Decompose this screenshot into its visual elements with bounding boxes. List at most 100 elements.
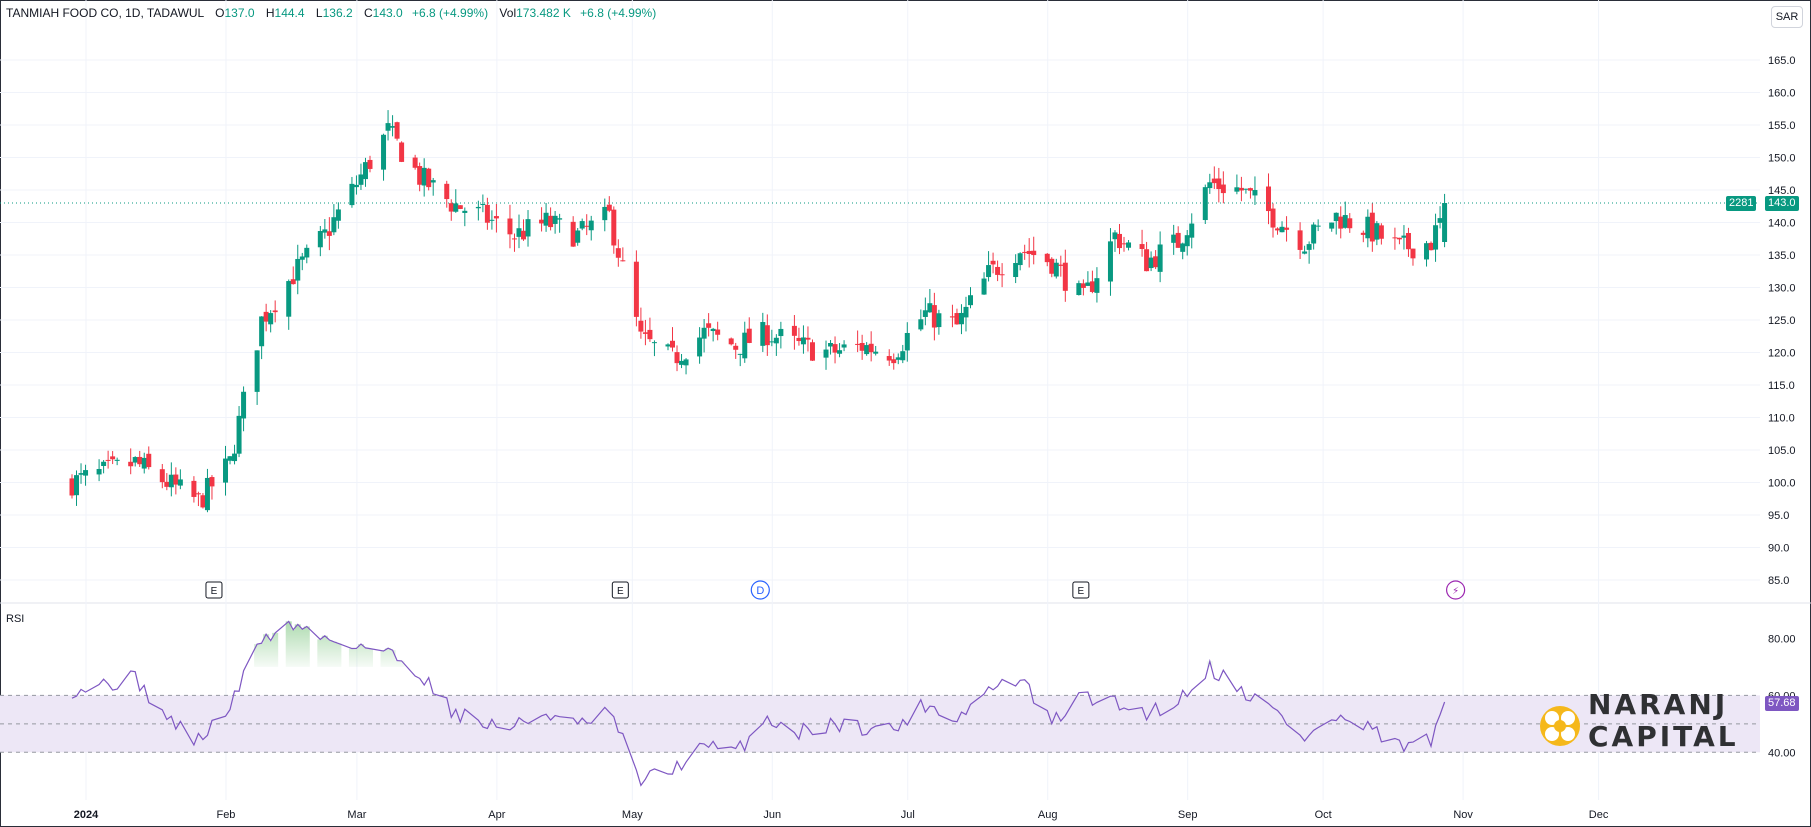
candle-body [737,353,743,355]
candle-body [710,328,716,332]
candle-body [448,203,454,212]
bar-count-tag: 2281 [1726,196,1757,211]
candle-body [773,337,779,344]
candle-body [525,219,531,237]
candle-body [1252,190,1258,196]
candle-body [168,474,174,488]
candle-body [132,457,138,463]
candle-body [399,142,405,162]
price-tick-label: 125.0 [1768,315,1796,327]
candle-body [868,343,874,353]
candle-body [575,230,581,243]
time-tick-label: 2024 [74,809,99,821]
price-tick-label: 140.0 [1768,218,1796,230]
candle-body [904,332,910,351]
candle-body [1315,225,1321,227]
price-tick-label: 135.0 [1768,250,1796,262]
candle-body [1329,222,1335,229]
candle-body [855,343,861,345]
candle-body [809,342,815,361]
candle-body [837,350,843,354]
price-tick-label: 110.0 [1768,413,1795,425]
candle-body [1202,187,1208,221]
candle-body [394,122,400,139]
time-tick-label: Jun [763,809,781,821]
candle-body [620,260,626,262]
candle-body [268,313,274,325]
candle-body [1360,232,1366,235]
candle-body [1369,212,1375,242]
currency-button[interactable]: SAR [1771,6,1803,28]
candle-body [1017,253,1023,266]
candle-body [764,325,770,346]
candle-body [1297,230,1303,250]
candle-body [223,458,229,483]
candle-body [236,415,242,454]
candle-body [69,478,75,496]
candle-body [511,238,517,240]
candle-body [1031,250,1037,256]
open-value: 137.0 [224,6,255,20]
candle-body [1157,244,1163,272]
rsi-tick-label: 80.00 [1768,633,1796,645]
volume-label: Vol [499,6,517,20]
candle-body [453,203,459,212]
candle-body [412,157,418,168]
candle-body [173,474,179,485]
candle-body [272,310,278,313]
candle-body [1076,283,1082,296]
candle-body [1342,215,1348,228]
candle-body [381,134,387,170]
price-tick-label: 120.0 [1768,348,1796,360]
chart-canvas[interactable]: 85.0 90.0 95.0 100.0 105.0 110.0 115.0 120.0 125… [0,0,1811,827]
candle-body [110,456,116,460]
candle-body [96,468,102,475]
candle-body [516,228,522,237]
candle-body [295,258,301,281]
candle-body [679,360,685,365]
price-tick-label: 90.0 [1768,543,1789,555]
candle-body [105,459,111,461]
candle-body [74,475,80,496]
candle-body [1053,262,1059,277]
time-tick-label: Apr [488,809,505,821]
candle-body [177,479,183,486]
time-tick-label: Aug [1038,809,1058,821]
candle-body [430,180,436,183]
candle-body [191,480,197,497]
candle-body [954,313,960,325]
candle-body [146,453,152,468]
candle-body [1392,237,1398,239]
candle-body [114,459,120,461]
candle-body [579,221,585,229]
candle-body [602,206,608,221]
candle-body [493,216,499,219]
price-tick-label: 150.0 [1768,153,1796,165]
candle-body [742,332,748,359]
candle-body [873,351,879,354]
candle-body [462,210,468,213]
change-value: +6.8 (+4.99%) [412,6,489,20]
volume-value: 173.482 K [516,6,571,20]
candle-body [557,218,563,220]
candle-body [200,495,206,508]
candle-body [963,306,969,318]
candle-body [1234,187,1240,192]
candle-body [1378,225,1384,239]
candle-body [539,219,545,224]
candle-body [1238,187,1244,191]
close-value: 143.0 [372,6,403,20]
candle-body [1279,226,1285,233]
rsi-value-tag: 57.68 [1765,696,1799,711]
candle-body [1442,203,1448,242]
candle-body [1112,232,1118,240]
candle-body [1247,188,1253,191]
candle-body [683,359,689,366]
candle-body [1058,264,1064,266]
candle-body [697,337,703,357]
candle-body [1139,244,1145,250]
candle-body [633,261,639,317]
candle-body [796,337,802,342]
candle-body [480,203,486,205]
time-tick-label: Mar [347,809,366,821]
